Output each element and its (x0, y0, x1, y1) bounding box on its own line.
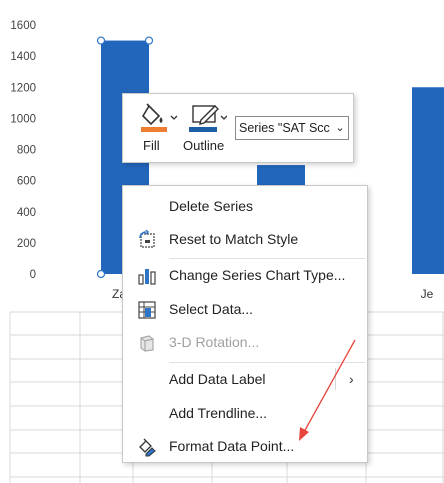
y-tick-label: 800 (17, 145, 36, 157)
y-tick-label: 0 (30, 269, 36, 281)
rotation-3d-icon (140, 335, 154, 352)
menu-item-label: Change Series Chart Type... (169, 267, 346, 283)
menu-separator (169, 362, 365, 363)
menu-item-delete-series[interactable]: Delete Series (123, 191, 367, 221)
y-tick-label: 400 (17, 207, 36, 219)
paint-bucket-icon (141, 103, 178, 132)
menu-item-label: Select Data... (169, 301, 254, 317)
menu-item-change-chart-type[interactable]: Change Series Chart Type... (123, 260, 367, 290)
select-data-icon (138, 301, 156, 319)
selection-handle[interactable] (96, 36, 106, 45)
menu-item-format-data-point[interactable]: Format Data Point... (123, 431, 367, 461)
chevron-down-icon: ⌄ (334, 117, 346, 139)
bar-2[interactable] (412, 87, 444, 274)
format-data-point-icon (139, 438, 156, 457)
menu-item-add-trendline[interactable]: Add Trendline... (123, 398, 367, 428)
selection-handle[interactable] (96, 269, 106, 279)
menu-item-reset-style[interactable]: Reset to Match Style (123, 224, 367, 254)
submenu-divider (335, 368, 336, 390)
reset-style-icon (139, 230, 155, 248)
menu-item-add-data-label[interactable]: Add Data Label › (123, 364, 367, 394)
menu-separator (169, 258, 365, 259)
outline-button[interactable]: Outline (183, 100, 235, 158)
fill-button[interactable]: Fill (135, 100, 181, 158)
y-tick-label: 200 (17, 238, 36, 250)
y-tick-label: 1400 (10, 51, 36, 63)
pen-outline-icon (189, 105, 227, 132)
y-tick-label: 600 (17, 176, 36, 188)
category-label: Je (421, 287, 434, 300)
y-tick-label: 1600 (10, 20, 36, 32)
series-selector-value: Series "SAT Scc (239, 121, 330, 135)
selection-handle[interactable] (144, 36, 154, 45)
y-tick-label: 1200 (10, 82, 36, 94)
chart-type-icon (138, 269, 156, 285)
menu-item-label: Add Data Label (169, 371, 266, 387)
menu-item-label: Delete Series (169, 198, 254, 214)
y-tick-label: 1000 (10, 113, 36, 125)
menu-item-3d-rotation: 3-D Rotation... (123, 327, 367, 357)
menu-item-label: Format Data Point... (169, 438, 295, 454)
outline-label: Outline (183, 138, 225, 153)
series-selector-dropdown[interactable]: Series "SAT Scc ⌄ (235, 116, 349, 140)
menu-item-label: Reset to Match Style (169, 231, 299, 247)
chevron-right-icon[interactable]: › (349, 371, 354, 387)
menu-item-label: Add Trendline... (169, 405, 268, 421)
context-menu: Delete Series Reset to Match Style Chang… (122, 185, 368, 463)
menu-item-label: 3-D Rotation... (169, 334, 260, 350)
mini-format-toolbar: Fill Outline Series "SAT Scc ⌄ (122, 93, 354, 163)
menu-item-select-data[interactable]: Select Data... (123, 294, 367, 324)
